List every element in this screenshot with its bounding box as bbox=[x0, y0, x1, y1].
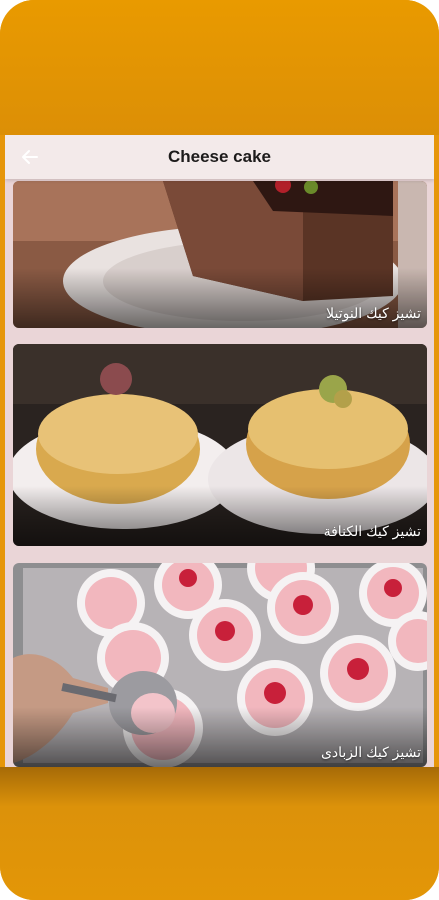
recipe-card-yogurt[interactable]: تشيز كيك الزبادى bbox=[13, 563, 427, 767]
bottom-background-band bbox=[0, 767, 439, 900]
recipe-title: تشيز كيك الزبادى bbox=[320, 744, 421, 760]
app-bar: Cheese cake bbox=[5, 135, 434, 179]
device-frame: Cheese cake تشيز كيك النوتيلا تشيز كيك ا… bbox=[0, 0, 439, 900]
recipe-title: تشيز كيك النوتيلا bbox=[326, 305, 421, 321]
recipe-card-nutella[interactable]: تشيز كيك النوتيلا bbox=[13, 181, 427, 328]
top-background-band bbox=[0, 0, 439, 135]
app-screen: Cheese cake تشيز كيك النوتيلا تشيز كيك ا… bbox=[5, 135, 434, 767]
recipe-title: تشيز كيك الكنافة bbox=[323, 523, 421, 539]
recipe-card-kunafa[interactable]: تشيز كيك الكنافة bbox=[13, 344, 427, 546]
page-title: Cheese cake bbox=[167, 147, 272, 166]
